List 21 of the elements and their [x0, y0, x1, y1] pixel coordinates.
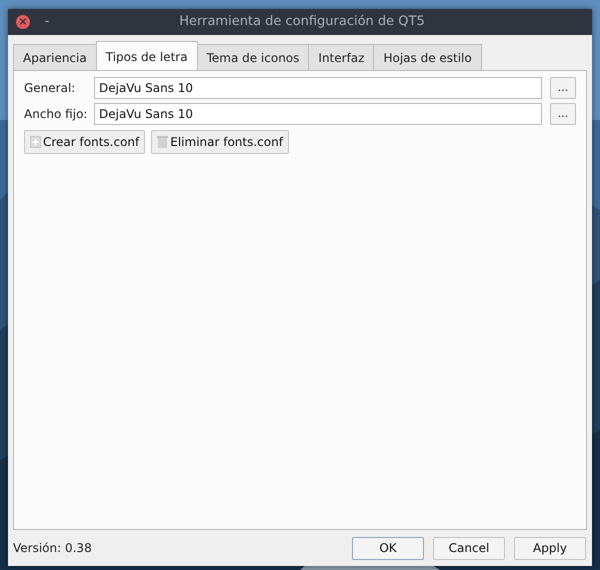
field-label: General:: [24, 80, 76, 97]
new-file-icon: [30, 136, 41, 148]
minimize-button[interactable]: -: [40, 12, 54, 32]
tab[interactable]: Tema de iconos: [196, 44, 310, 70]
tab[interactable]: Tipos de letra: [96, 41, 198, 70]
dialog-button[interactable]: OK: [352, 536, 424, 560]
browse-button[interactable]: ...: [550, 103, 576, 125]
tab[interactable]: Apariencia: [13, 44, 97, 70]
font-field[interactable]: DejaVu Sans 10: [94, 77, 542, 99]
dialog-button[interactable]: Cancel: [433, 536, 505, 560]
font-field[interactable]: DejaVu Sans 10: [94, 103, 542, 125]
dialog-button[interactable]: Apply: [514, 536, 586, 560]
tab[interactable]: Interfaz: [308, 44, 374, 70]
tab[interactable]: Hojas de estilo: [373, 44, 482, 70]
action-button[interactable]: Crear fonts.conf: [24, 130, 146, 154]
trash-icon: [157, 136, 168, 148]
window-title: Herramienta de configuración de QT5: [178, 13, 426, 32]
browse-button[interactable]: ...: [550, 77, 576, 99]
action-button[interactable]: Eliminar fonts.conf: [151, 130, 289, 154]
version-label: Versión: 0.38: [13, 540, 93, 557]
field-label: Ancho fijo:: [24, 106, 88, 123]
